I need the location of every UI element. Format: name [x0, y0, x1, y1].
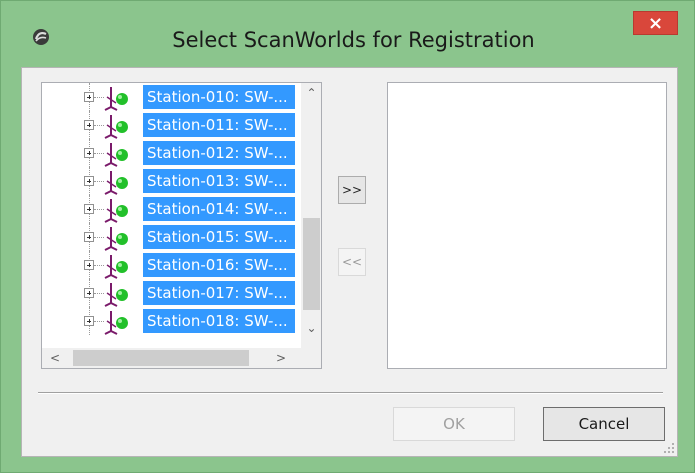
- scan-station-icon: [102, 225, 132, 251]
- cancel-button[interactable]: Cancel: [543, 407, 665, 441]
- remove-selected-button[interactable]: <<: [338, 248, 366, 276]
- plus-box-icon[interactable]: [84, 120, 94, 130]
- scroll-up-icon[interactable]: ⌃: [301, 85, 321, 101]
- vertical-scrollbar[interactable]: ⌃ ⌄: [301, 83, 321, 348]
- scan-station-icon: [102, 113, 132, 139]
- tree-item[interactable]: Station-018: SW-...: [42, 307, 302, 335]
- tree-item-label: Station-015: SW-...: [143, 225, 295, 249]
- scroll-right-icon[interactable]: >: [274, 350, 288, 366]
- dialog-title: Select ScanWorlds for Registration: [172, 28, 535, 52]
- title-bar[interactable]: Select ScanWorlds for Registration ×: [1, 1, 694, 67]
- scan-station-icon: [102, 253, 132, 279]
- close-button[interactable]: ×: [633, 11, 678, 35]
- tree-item[interactable]: Station-017: SW-...: [42, 279, 302, 307]
- plus-box-icon[interactable]: [84, 316, 94, 326]
- vertical-scroll-thumb[interactable]: [303, 218, 320, 310]
- tree-item[interactable]: Station-012: SW-...: [42, 139, 302, 167]
- scan-station-icon: [102, 85, 132, 111]
- scan-station-icon: [102, 281, 132, 307]
- plus-box-icon[interactable]: [84, 176, 94, 186]
- dialog-window: Select ScanWorlds for Registration × Sta…: [0, 0, 695, 473]
- plus-box-icon[interactable]: [84, 232, 94, 242]
- tree-item[interactable]: Station-010: SW-...: [42, 83, 302, 111]
- divider: [38, 392, 663, 394]
- tree-item-label: Station-017: SW-...: [143, 281, 295, 305]
- tree-item[interactable]: Station-016: SW-...: [42, 251, 302, 279]
- dialog-body: Station-010: SW-... Station-011: SW-... St…: [21, 67, 678, 457]
- scroll-down-icon[interactable]: ⌄: [301, 320, 321, 336]
- tree-item-label: Station-011: SW-...: [143, 113, 295, 137]
- tree-item-label: Station-010: SW-...: [143, 85, 295, 109]
- scan-station-icon: [102, 309, 132, 335]
- plus-box-icon[interactable]: [84, 204, 94, 214]
- plus-box-icon[interactable]: [84, 148, 94, 158]
- scanworld-tree[interactable]: Station-010: SW-... Station-011: SW-... St…: [41, 82, 322, 369]
- tree-item-label: Station-016: SW-...: [143, 253, 295, 277]
- selected-scanworlds-list[interactable]: [387, 82, 667, 369]
- tree-item-label: Station-018: SW-...: [143, 309, 295, 333]
- scroll-left-icon[interactable]: <: [48, 350, 62, 366]
- plus-box-icon[interactable]: [84, 92, 94, 102]
- tree-item-label: Station-013: SW-...: [143, 169, 295, 193]
- tree-item[interactable]: Station-011: SW-...: [42, 111, 302, 139]
- horizontal-scroll-thumb[interactable]: [73, 350, 249, 366]
- plus-box-icon[interactable]: [84, 260, 94, 270]
- scan-station-icon: [102, 141, 132, 167]
- horizontal-scrollbar[interactable]: < >: [42, 348, 301, 368]
- scan-station-icon: [102, 197, 132, 223]
- tree-item[interactable]: Station-015: SW-...: [42, 223, 302, 251]
- tree-item[interactable]: Station-014: SW-...: [42, 195, 302, 223]
- add-selected-button[interactable]: >>: [338, 176, 366, 204]
- ok-button[interactable]: OK: [393, 407, 515, 441]
- tree-item-label: Station-014: SW-...: [143, 197, 295, 221]
- scrollbar-corner: [301, 348, 321, 368]
- close-icon: ×: [647, 12, 664, 34]
- scan-station-icon: [102, 169, 132, 195]
- resize-grip-icon[interactable]: [663, 442, 675, 454]
- tree-item-label: Station-012: SW-...: [143, 141, 295, 165]
- plus-box-icon[interactable]: [84, 288, 94, 298]
- tree-item[interactable]: Station-013: SW-...: [42, 167, 302, 195]
